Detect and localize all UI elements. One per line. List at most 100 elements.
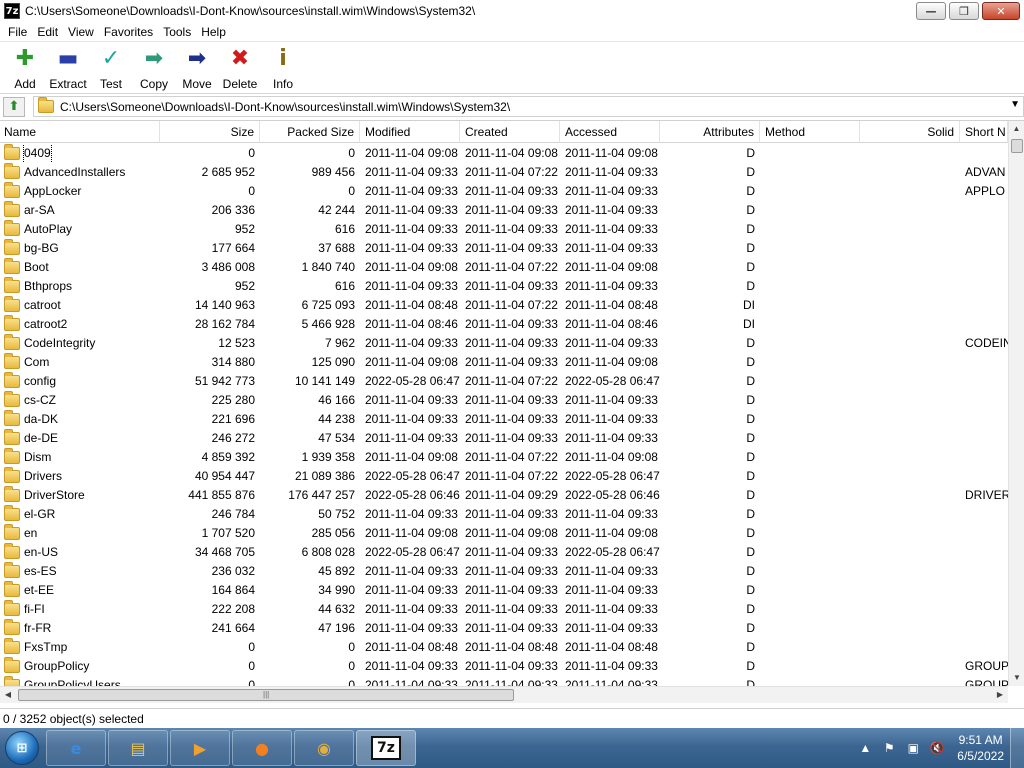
column-header-method[interactable]: Method (760, 121, 860, 143)
packed-cell: 616 (334, 279, 355, 293)
table-row[interactable]: GroupPolicy 0 0 2011-11-04 09:33 2011-11-04 … (0, 657, 1008, 676)
menu-help[interactable]: Help (196, 25, 231, 39)
chevron-down-icon[interactable]: ▼ (1010, 99, 1020, 110)
created-cell: 2011-11-04 09:33 (465, 507, 558, 521)
table-row[interactable]: Com 314 880 125 090 2011-11-04 09:08 2011-11… (0, 353, 1008, 372)
network-icon[interactable]: ▣ (904, 741, 922, 755)
scroll-down-arrow[interactable]: ▼ (1009, 670, 1024, 686)
action-center-flag-icon[interactable]: ⚑ (880, 741, 898, 755)
table-row[interactable]: el-GR 246 784 50 752 2011-11-04 09:33 2011-1… (0, 505, 1008, 524)
taskbar-file-explorer-button[interactable]: ▤ (108, 730, 168, 766)
table-row[interactable]: fr-FR 241 664 47 196 2011-11-04 09:33 2011-1… (0, 619, 1008, 638)
table-row[interactable]: config 51 942 773 10 141 149 2022-05-28 06:… (0, 372, 1008, 391)
table-row[interactable]: en 1 707 520 285 056 2011-11-04 09:08 2011-1… (0, 524, 1008, 543)
delete-button[interactable]: ✖ Delete (219, 44, 261, 93)
column-header-short-n[interactable]: Short N (960, 121, 1008, 143)
maximize-button[interactable]: ❐ (949, 2, 979, 20)
file-name: AutoPlay (24, 222, 73, 236)
table-row[interactable]: et-EE 164 864 34 990 2011-11-04 09:33 2011-1… (0, 581, 1008, 600)
column-header-attributes[interactable]: Attributes (660, 121, 760, 143)
column-header-name[interactable]: Name (0, 121, 160, 143)
toolbar-label: Delete (222, 77, 258, 91)
table-row[interactable]: en-US 34 468 705 6 808 028 2022-05-28 06:47… (0, 543, 1008, 562)
folder-icon (4, 258, 20, 274)
accessed-cell: 2022-05-28 06:47 (565, 545, 660, 559)
packed-cell: 42 244 (318, 203, 355, 217)
extract-button[interactable]: ▬ Extract (47, 44, 89, 93)
title-bar[interactable]: 7z C:\Users\Someone\Downloads\I-Dont-Kno… (0, 0, 1024, 22)
name-cell: Bthprops (0, 277, 160, 296)
menu-edit[interactable]: Edit (32, 25, 63, 39)
table-row[interactable]: GroupPolicyUsers 0 0 2011-11-04 09:33 2011-1… (0, 676, 1008, 686)
move-button[interactable]: ➡ Move (176, 44, 218, 93)
table-row[interactable]: CodeIntegrity 12 523 7 962 2011-11-04 09:33… (0, 334, 1008, 353)
table-row[interactable]: catroot 14 140 963 6 725 093 2011-11-04 08:… (0, 296, 1008, 315)
menu-tools[interactable]: Tools (158, 25, 196, 39)
test-icon: ✓ (101, 46, 121, 71)
column-header-modified[interactable]: Modified (360, 121, 460, 143)
table-row[interactable]: Bthprops 952 616 2011-11-04 09:33 2011-11-04… (0, 277, 1008, 296)
method-cell (760, 258, 860, 277)
column-header-accessed[interactable]: Accessed (560, 121, 660, 143)
table-row[interactable]: FxsTmp 0 0 2011-11-04 08:48 2011-11-04 08:48… (0, 638, 1008, 657)
path-combobox[interactable]: C:\Users\Someone\Downloads\I-Dont-Know\s… (33, 96, 1024, 117)
vertical-scrollbar[interactable]: ▲ ▼ (1008, 121, 1024, 686)
folder-icon (4, 486, 20, 502)
taskbar-7-zip-button[interactable]: 7z (356, 730, 416, 766)
scroll-up-arrow[interactable]: ▲ (1009, 121, 1024, 137)
short-name-cell (960, 524, 1008, 543)
taskbar-setup-disc-button[interactable]: ◉ (294, 730, 354, 766)
volume-muted-icon[interactable]: 🔇 (928, 741, 946, 755)
info-button[interactable]: i Info (262, 44, 304, 93)
copy-button[interactable]: ➡ Copy (133, 44, 175, 93)
packed-cell: 47 534 (318, 431, 355, 445)
tray-expand-icon[interactable]: ▲ (856, 741, 874, 755)
table-row[interactable]: de-DE 246 272 47 534 2011-11-04 09:33 2011-1… (0, 429, 1008, 448)
internet-explorer-icon: e (70, 738, 82, 758)
menu-file[interactable]: File (3, 25, 32, 39)
add-button[interactable]: ✚ Add (4, 44, 46, 93)
table-row[interactable]: da-DK 221 696 44 238 2011-11-04 09:33 2011-1… (0, 410, 1008, 429)
scroll-right-arrow[interactable]: ▶ (992, 687, 1008, 703)
scroll-left-arrow[interactable]: ◀ (0, 687, 16, 703)
delete-icon: ✖ (230, 46, 250, 71)
close-button[interactable]: ✕ (982, 2, 1020, 20)
horizontal-scrollbar[interactable]: ◀ ||| ▶ (0, 686, 1008, 703)
menu-view[interactable]: View (63, 25, 99, 39)
table-row[interactable]: DriverStore 441 855 876 176 447 257 2022-05… (0, 486, 1008, 505)
column-header-size[interactable]: Size (160, 121, 260, 143)
table-row[interactable]: AutoPlay 952 616 2011-11-04 09:33 2011-11-04… (0, 220, 1008, 239)
column-header-packed-size[interactable]: Packed Size (260, 121, 360, 143)
minimize-button[interactable]: — (916, 2, 946, 20)
menu-favorites[interactable]: Favorites (99, 25, 158, 39)
table-row[interactable]: catroot2 28 162 784 5 466 928 2011-11-04 08… (0, 315, 1008, 334)
taskbar-firefox-button[interactable]: ● (232, 730, 292, 766)
start-button[interactable]: ⊞ (0, 728, 44, 768)
show-desktop-button[interactable] (1010, 728, 1024, 768)
packed-cell: 50 752 (318, 507, 355, 521)
accessed-cell: 2011-11-04 09:33 (565, 602, 658, 616)
table-row[interactable]: 0409 0 0 2011-11-04 09:08 2011-11-04 09:08 20… (0, 144, 1008, 163)
taskbar-internet-explorer-button[interactable]: e (46, 730, 106, 766)
column-header-solid[interactable]: Solid (860, 121, 960, 143)
table-row[interactable]: Boot 3 486 008 1 840 740 2011-11-04 09:08 20… (0, 258, 1008, 277)
table-row[interactable]: cs-CZ 225 280 46 166 2011-11-04 09:33 2011-1… (0, 391, 1008, 410)
short-name-cell (960, 581, 1008, 600)
vertical-scroll-thumb[interactable] (1011, 139, 1023, 153)
table-row[interactable]: AdvancedInstallers 2 685 952 989 456 2011-1… (0, 163, 1008, 182)
column-header-created[interactable]: Created (460, 121, 560, 143)
table-row[interactable]: es-ES 236 032 45 892 2011-11-04 09:33 2011-1… (0, 562, 1008, 581)
clock[interactable]: 9:51 AM 6/5/2022 (957, 732, 1004, 764)
table-row[interactable]: Drivers 40 954 447 21 089 386 2022-05-28 06… (0, 467, 1008, 486)
table-row[interactable]: AppLocker 0 0 2011-11-04 09:33 2011-11-04 09… (0, 182, 1008, 201)
test-button[interactable]: ✓ Test (90, 44, 132, 93)
horizontal-scroll-thumb[interactable]: ||| (18, 689, 514, 701)
up-folder-button[interactable]: ⬆ (3, 96, 25, 117)
table-row[interactable]: fi-FI 222 208 44 632 2011-11-04 09:33 2011-1… (0, 600, 1008, 619)
table-row[interactable]: Dism 4 859 392 1 939 358 2011-11-04 09:08 20… (0, 448, 1008, 467)
size-cell: 0 (248, 184, 255, 198)
taskbar-media-player-button[interactable]: ▶ (170, 730, 230, 766)
table-row[interactable]: ar-SA 206 336 42 244 2011-11-04 09:33 2011-1… (0, 201, 1008, 220)
created-cell: 2011-11-04 09:33 (465, 659, 558, 673)
table-row[interactable]: bg-BG 177 664 37 688 2011-11-04 09:33 2011-1… (0, 239, 1008, 258)
